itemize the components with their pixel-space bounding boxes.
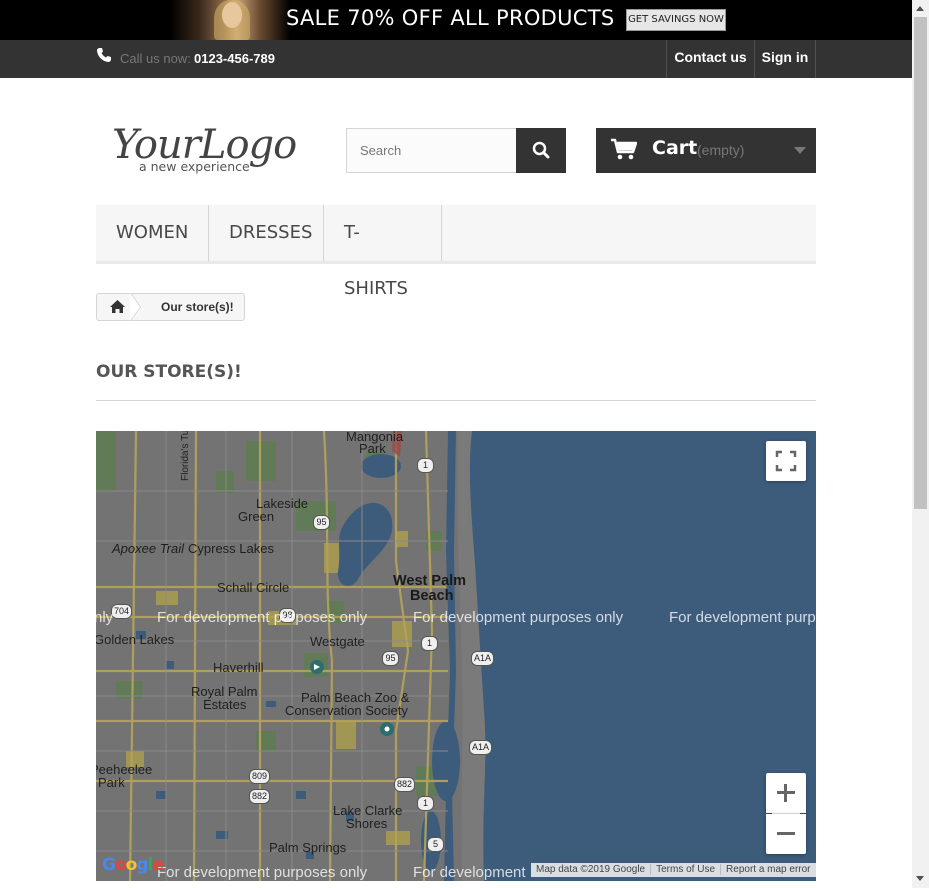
map-label: Conservation Society [285, 703, 408, 718]
map-label: Florida's Tu [180, 431, 191, 481]
map-zoom-in-button[interactable] [766, 773, 806, 813]
map-label: Shores [346, 816, 388, 831]
route-shield: 5 [427, 837, 444, 852]
promo-cta-button[interactable]: GET SAVINGS NOW [626, 9, 726, 31]
phone-icon [97, 48, 111, 62]
map-label: Schall Circle [217, 580, 290, 595]
map-label: Park [98, 775, 125, 790]
map-label: Apoxee Trail [112, 541, 185, 556]
route-shield: 95 [313, 515, 330, 530]
map-label: Park [359, 441, 386, 456]
google-logo[interactable]: Google [102, 855, 164, 875]
map-base [96, 431, 816, 881]
route-shield: A1A [471, 651, 495, 666]
call-us-label: Call us now: [120, 51, 191, 66]
route-shield: 882 [249, 789, 271, 804]
report-map-error-link[interactable]: Report a map error [721, 864, 815, 875]
map-zoom-out-button[interactable] [766, 814, 806, 854]
search-button[interactable] [516, 128, 566, 173]
page: SALE 70% OFF ALL PRODUCTS GET SAVINGS NO… [0, 0, 929, 888]
cart-label: Cart [652, 137, 698, 159]
page-scrollbar[interactable] [912, 0, 929, 888]
logo-tagline: a new experience [139, 159, 250, 174]
map-label: Cypress Lakes [188, 541, 274, 556]
map-watermark: For development purposes only [413, 609, 624, 626]
menu-item-tshirts[interactable]: T-SHIRTS [324, 205, 442, 299]
map-label: Golden Lakes [96, 632, 175, 647]
map-label: West Palm [393, 573, 467, 589]
route-shield: 882 [394, 777, 416, 792]
route-shield: 1 [417, 796, 434, 811]
map-watermark: For development purposes only [157, 609, 368, 626]
top-navbar: Call us now: 0123-456-789 Contact us Sig… [0, 40, 912, 78]
search-input[interactable] [346, 128, 517, 173]
scrollbar-thumb[interactable] [914, 17, 927, 509]
menu-item-women[interactable]: WOMEN [96, 205, 209, 261]
home-icon [110, 300, 125, 313]
breadcrumb: Our store(s)! [96, 293, 245, 321]
cart-icon [611, 138, 637, 160]
map-watermark: For development purposes only [157, 864, 368, 881]
map-label: Green [238, 509, 275, 524]
map-data-credit: Map data ©2019 Google [531, 864, 652, 875]
map-label: Westgate [310, 634, 365, 649]
map-watermark: nly [96, 609, 114, 626]
promo-model-image [170, 0, 290, 40]
map-label: Palm Springs [269, 840, 347, 855]
route-shield: 95 [382, 651, 399, 666]
route-shield: 809 [249, 769, 271, 784]
breadcrumb-current: Our store(s)! [161, 300, 234, 314]
map-label: Estates [203, 697, 247, 712]
scroll-down-icon[interactable] [916, 876, 924, 881]
contact-us-link[interactable]: Contact us [666, 40, 754, 78]
cart-block[interactable]: Cart (empty) [596, 128, 816, 173]
map-watermark: For development purp [669, 609, 816, 626]
chevron-down-icon[interactable] [794, 147, 806, 154]
minus-icon [777, 832, 795, 835]
route-shield: A1A [469, 740, 493, 755]
terms-of-use-link[interactable]: Terms of Use [651, 864, 722, 875]
route-shield: 1 [421, 636, 438, 651]
scroll-up-icon[interactable] [916, 6, 924, 11]
sign-in-link[interactable]: Sign in [754, 40, 816, 78]
menu-item-dresses[interactable]: DRESSES [209, 205, 324, 261]
map-fullscreen-button[interactable] [766, 441, 806, 481]
search-icon [532, 141, 550, 159]
cart-status: (empty) [697, 142, 745, 158]
site-logo[interactable]: YourLogo a new experience [112, 122, 297, 178]
promo-headline: SALE 70% OFF ALL PRODUCTS [286, 6, 615, 30]
map-attribution: Map data ©2019 Google Terms of Use Report … [531, 863, 816, 877]
promo-banner[interactable]: SALE 70% OFF ALL PRODUCTS GET SAVINGS NO… [0, 0, 912, 40]
route-shield: 1 [417, 458, 434, 473]
route-shield: 704 [111, 604, 133, 619]
page-title: OUR STORE(S)! [96, 362, 816, 401]
phone-number: 0123-456-789 [194, 51, 275, 66]
fullscreen-icon [775, 450, 797, 472]
map-label: Haverhill [213, 660, 264, 675]
map-label: Beach [410, 588, 454, 604]
store-map[interactable]: Mangonia Park Lakeside Green Apoxee Trai… [96, 431, 816, 881]
map-watermark: For development [413, 864, 526, 881]
main-menu: WOMEN DRESSES T-SHIRTS [96, 205, 816, 299]
